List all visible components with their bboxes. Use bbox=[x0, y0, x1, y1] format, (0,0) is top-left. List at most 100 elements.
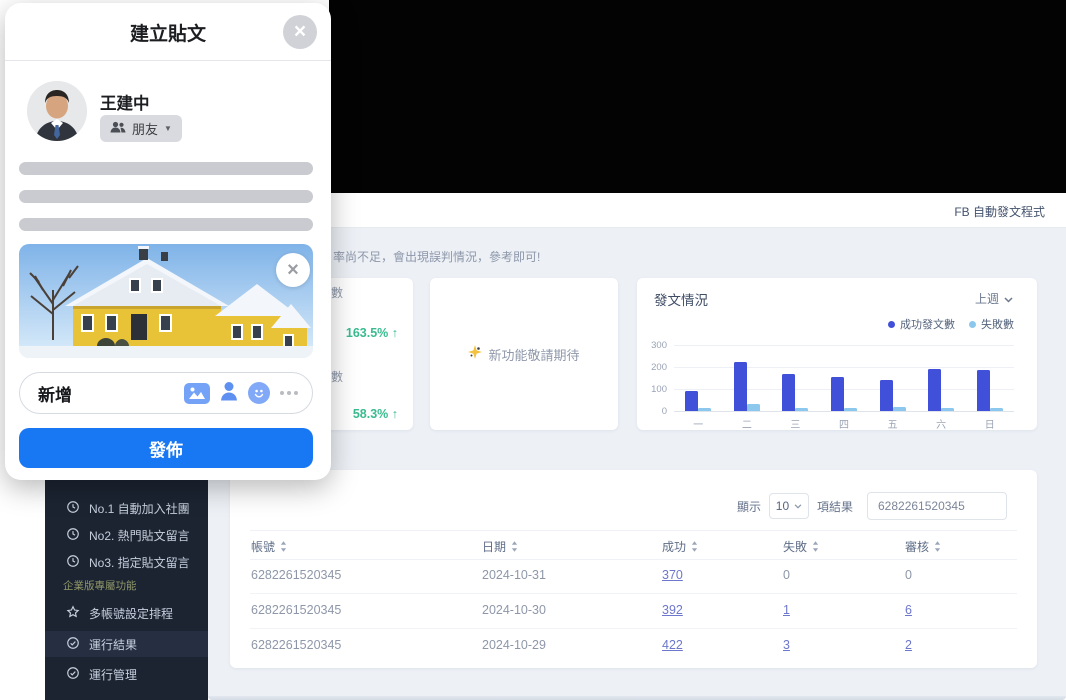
table-cell-日期: 2024-10-31 bbox=[482, 568, 546, 582]
check-circle-icon bbox=[66, 666, 80, 683]
placeholder-bar bbox=[19, 162, 313, 175]
clock-icon bbox=[66, 527, 80, 544]
column-header-失敗[interactable]: 失敗 bbox=[783, 538, 819, 555]
star-icon bbox=[66, 605, 80, 622]
caret-down-icon: ▼ bbox=[164, 124, 172, 133]
sidebar-item-run-results[interactable]: 運行結果 bbox=[45, 631, 208, 657]
coming-soon-text: 新功能敬請期待 bbox=[488, 345, 579, 364]
table-row: 62822615203452024-10-3137000 bbox=[250, 558, 1017, 594]
column-header-審核[interactable]: 審核 bbox=[905, 538, 941, 555]
legend-label: 成功發文數 bbox=[900, 316, 955, 332]
chart-gridline bbox=[674, 367, 1014, 368]
table-cell-帳號: 6282261520345 bbox=[251, 638, 341, 652]
cell-link[interactable]: 392 bbox=[662, 603, 683, 617]
x-axis-tick-label: 三 bbox=[780, 416, 810, 431]
bar-成功發文數-一 bbox=[685, 391, 698, 411]
app-title: FB 自動發文程式 bbox=[954, 203, 1045, 220]
sidebar-section-enterprise: 企業版專屬功能 bbox=[63, 578, 137, 593]
column-header-成功[interactable]: 成功 bbox=[662, 538, 698, 555]
cell-link[interactable]: 370 bbox=[662, 568, 683, 582]
bar-成功發文數-日 bbox=[977, 370, 990, 411]
table-cell-失敗[interactable]: 3 bbox=[783, 638, 790, 652]
stat-label-fragment: 數 bbox=[331, 284, 343, 301]
cell-link[interactable]: 1 bbox=[783, 603, 790, 617]
table-header-row: 帳號 日期 成功 失敗 審核 bbox=[250, 530, 1017, 560]
cell-link[interactable]: 2 bbox=[905, 638, 912, 652]
chart-title: 發文情況 bbox=[654, 289, 708, 309]
page-size-value: 10 bbox=[776, 499, 789, 513]
more-options-icon[interactable] bbox=[280, 391, 298, 395]
y-axis-tick-label: 100 bbox=[641, 384, 667, 395]
black-backdrop bbox=[329, 0, 1066, 193]
sort-icon bbox=[691, 541, 698, 552]
audience-selector[interactable]: 朋友 ▼ bbox=[100, 115, 182, 142]
stat-label-fragment: 數 bbox=[331, 368, 343, 385]
table-cell-審核[interactable]: 6 bbox=[905, 603, 912, 617]
legend-label: 失敗數 bbox=[981, 316, 1014, 332]
composer-icons bbox=[184, 381, 298, 406]
stat-value-2: 58.3% ↑ bbox=[330, 407, 398, 421]
cell-link[interactable]: 6 bbox=[905, 603, 912, 617]
composer-field[interactable]: 新增 bbox=[19, 372, 313, 414]
bar-成功發文數-六 bbox=[928, 369, 941, 411]
legend-dot-success bbox=[888, 321, 895, 328]
search-input[interactable] bbox=[867, 492, 1007, 520]
x-axis-tick-label: 二 bbox=[732, 416, 762, 431]
publish-button[interactable]: 發佈 bbox=[19, 428, 313, 468]
chart-range-dropdown[interactable]: 上週 bbox=[975, 290, 1013, 307]
sidebar-item-label: No3. 指定貼文留言 bbox=[89, 554, 190, 571]
remove-image-icon[interactable]: × bbox=[276, 253, 310, 287]
bar-失敗數-三 bbox=[795, 408, 808, 411]
sidebar-item-no3-target-post-comment[interactable]: No3. 指定貼文留言 bbox=[45, 550, 208, 574]
create-post-modal: 建立貼文 × 王建中 朋友 ▼ bbox=[5, 3, 331, 480]
placeholder-bar bbox=[19, 190, 313, 203]
chart-range-label: 上週 bbox=[975, 290, 999, 307]
table-cell-成功[interactable]: 422 bbox=[662, 638, 683, 652]
composer-text: 新增 bbox=[38, 381, 184, 406]
chart-legend: 成功發文數 失敗數 bbox=[888, 316, 1014, 332]
results-table-card: 顯示 10 項結果 帳號日期成功失敗審核 62822615203452024-1… bbox=[230, 470, 1037, 668]
table-cell-失敗: 0 bbox=[783, 568, 790, 582]
bar-失敗數-日 bbox=[990, 408, 1003, 411]
close-icon[interactable]: × bbox=[283, 15, 317, 49]
modal-header: 建立貼文 × bbox=[5, 3, 331, 61]
dashboard-subtitle: 率尚不足，會出現誤判情況，參考即可! bbox=[333, 248, 540, 265]
clock-icon bbox=[66, 554, 80, 571]
page-size-select[interactable]: 10 bbox=[769, 493, 809, 519]
sidebar-item-run-management[interactable]: 運行管理 bbox=[45, 662, 208, 686]
user-name: 王建中 bbox=[100, 90, 150, 114]
x-axis-tick-label: 六 bbox=[926, 416, 956, 431]
table-cell-成功[interactable]: 392 bbox=[662, 603, 683, 617]
table-cell-帳號: 6282261520345 bbox=[251, 568, 341, 582]
table-cell-審核[interactable]: 2 bbox=[905, 638, 912, 652]
y-axis-tick-label: 0 bbox=[641, 406, 667, 417]
sort-icon bbox=[812, 541, 819, 552]
sort-icon bbox=[511, 541, 518, 552]
sidebar-item-no1-auto-join-group[interactable]: No.1 自動加入社團 bbox=[45, 496, 208, 520]
tag-person-icon[interactable] bbox=[220, 381, 238, 406]
photo-icon[interactable] bbox=[184, 383, 210, 404]
cell-link[interactable]: 422 bbox=[662, 638, 683, 652]
emoji-icon[interactable] bbox=[248, 382, 270, 404]
bar-失敗數-五 bbox=[893, 407, 906, 411]
column-header-日期[interactable]: 日期 bbox=[482, 538, 518, 555]
rocket-icon bbox=[468, 345, 482, 364]
post-status-chart-card: 發文情況 上週 成功發文數 失敗數 3002001000一二三四五六日 bbox=[637, 278, 1037, 430]
table-cell-成功[interactable]: 370 bbox=[662, 568, 683, 582]
clock-icon bbox=[66, 500, 80, 517]
x-axis-tick-label: 五 bbox=[878, 416, 908, 431]
sidebar-item-label: No.1 自動加入社團 bbox=[89, 500, 190, 517]
app-header: FB 自動發文程式 bbox=[208, 193, 1066, 228]
cell-link[interactable]: 3 bbox=[783, 638, 790, 652]
table-cell-帳號: 6282261520345 bbox=[251, 603, 341, 617]
sidebar-item-multi-account-schedule[interactable]: 多帳號設定排程 bbox=[45, 601, 208, 625]
audience-label: 朋友 bbox=[132, 119, 158, 138]
window-bottom-edge bbox=[208, 696, 1066, 700]
sort-icon bbox=[934, 541, 941, 552]
table-cell-失敗[interactable]: 1 bbox=[783, 603, 790, 617]
bar-失敗數-一 bbox=[698, 408, 711, 411]
column-header-帳號[interactable]: 帳號 bbox=[251, 538, 287, 555]
bar-失敗數-六 bbox=[941, 408, 954, 411]
show-label: 顯示 bbox=[737, 498, 761, 515]
sidebar-item-no2-hot-post-comment[interactable]: No2. 熱門貼文留言 bbox=[45, 523, 208, 547]
